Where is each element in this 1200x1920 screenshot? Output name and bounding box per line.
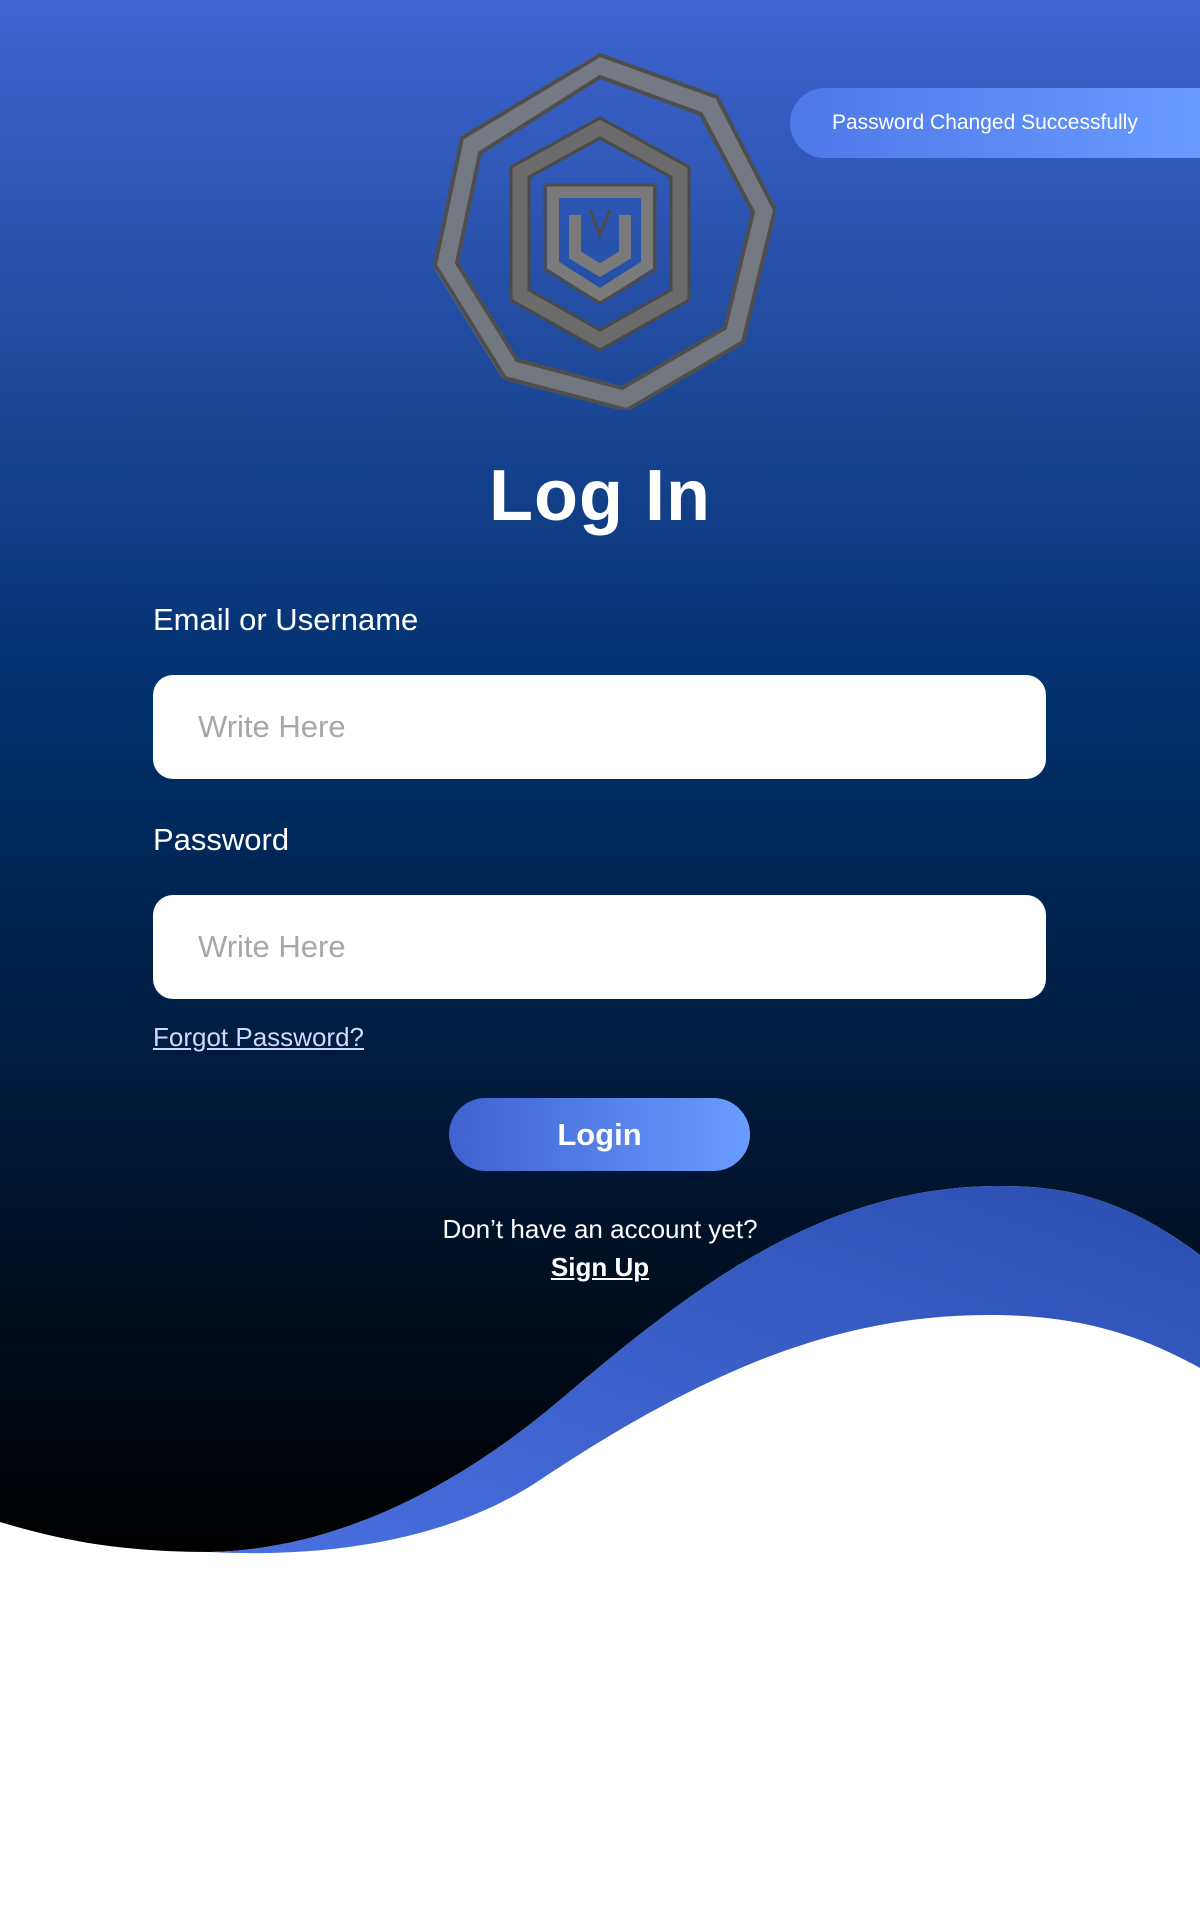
success-toast: Password Changed Successfully xyxy=(790,88,1200,158)
signup-prompt: Don’t have an account yet? xyxy=(442,1214,758,1244)
password-label: Password xyxy=(153,822,290,857)
octagon-knot-logo-icon xyxy=(432,52,775,410)
forgot-password-link[interactable]: Forgot Password? xyxy=(153,1022,364,1053)
password-input[interactable] xyxy=(153,895,1046,999)
page-title: Log In xyxy=(489,456,711,536)
signup-link[interactable]: Sign Up xyxy=(0,1252,1200,1283)
email-input[interactable] xyxy=(153,675,1046,779)
login-button[interactable]: Login xyxy=(449,1098,750,1171)
login-screen: Password Changed Successfully Log In Ema… xyxy=(0,0,1200,1920)
email-label: Email or Username xyxy=(153,602,419,637)
